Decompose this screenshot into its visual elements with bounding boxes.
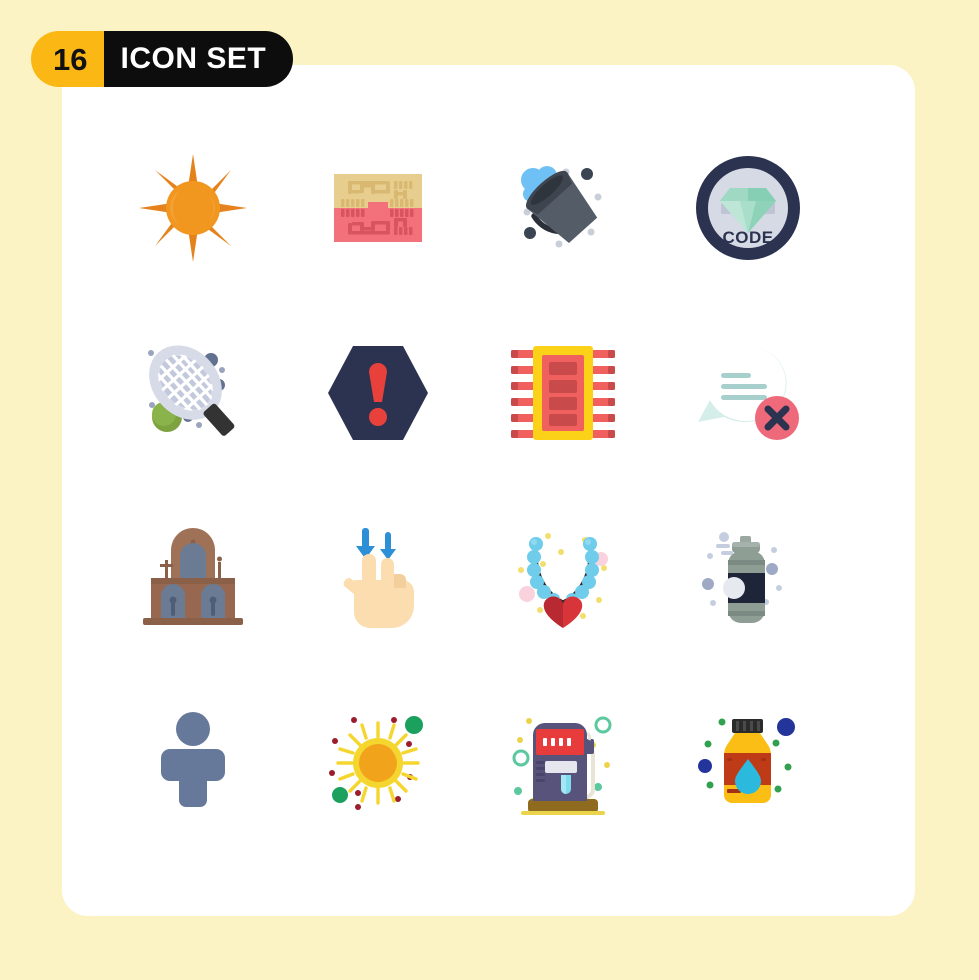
icon-cell-swipe-down[interactable]: Swipe Down: [285, 485, 470, 670]
header-badge: 16 ICON SET: [31, 31, 294, 87]
icon-grid: Sun Ram Memor: [100, 115, 890, 855]
icon-cell-necklace[interactable]: Necklace: [470, 485, 655, 670]
bucket-icon: [520, 165, 601, 247]
icon-set-page: 16 ICON SET Sun: [0, 0, 979, 980]
two-finger-swipe-down-icon: [343, 527, 414, 628]
icon-cell-sunny[interactable]: Sunny: [285, 670, 470, 855]
icon-cell-microchip[interactable]: Microchip: [470, 300, 655, 485]
tennis-racket-icon: [147, 344, 234, 436]
icon-cell-spray-can[interactable]: Spray Can: [655, 485, 840, 670]
icon-cell-bucket[interactable]: Bucket: [470, 115, 655, 300]
delete-message-icon: [697, 344, 799, 440]
icon-count-label: 16: [31, 31, 105, 87]
icon-cell-fuel-pump[interactable]: Fuel Pump: [470, 670, 655, 855]
icon-cell-sun[interactable]: Sun: [100, 115, 285, 300]
icon-cell-person[interactable]: Person: [100, 670, 285, 855]
sunny-icon: [328, 715, 423, 810]
sun-icon: [138, 153, 247, 262]
icon-cell-medicine-bottle[interactable]: Medicine Bottle: [655, 670, 840, 855]
ram-memory-icon: [333, 173, 422, 242]
spray-can-icon: [701, 531, 782, 623]
person-icon: [160, 711, 225, 807]
icon-set-title: ICON SET: [104, 31, 294, 87]
code-badge-icon: CODE: [695, 155, 800, 260]
icon-cell-delete-message[interactable]: Delete Message: [655, 300, 840, 485]
warning-icon: [327, 345, 428, 440]
icon-cell-tennis-racket[interactable]: Tennis Racket: [100, 300, 285, 485]
icon-cell-code[interactable]: Code CODE: [655, 115, 840, 300]
icon-cell-warning[interactable]: Warning: [285, 300, 470, 485]
necklace-icon: [517, 532, 608, 628]
svg-text:CODE: CODE: [722, 228, 773, 247]
icon-cell-ram-memory[interactable]: Ram Memory: [285, 115, 470, 300]
fuel-pump-icon: [512, 716, 611, 815]
icon-cell-church[interactable]: Church: [100, 485, 285, 670]
microchip-icon: [510, 345, 615, 440]
medicine-bottle-icon: [697, 717, 795, 803]
down-arrow-icon: [355, 527, 396, 560]
church-icon: [142, 527, 243, 625]
